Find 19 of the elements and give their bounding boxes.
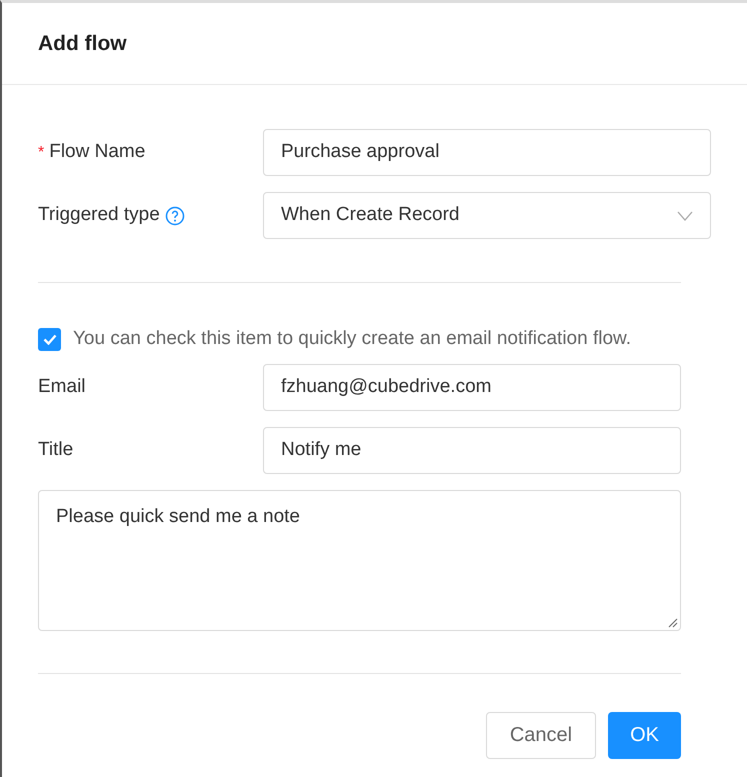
help-icon[interactable]	[164, 206, 185, 226]
dialog-title: Add flow	[38, 30, 127, 57]
checkbox-label: You can check this item to quickly create an email notification flow.	[73, 327, 631, 351]
input-field[interactable]: fzhuang@cubedrive.com	[263, 364, 681, 410]
cancel-button[interactable]: Cancel	[486, 712, 596, 758]
checkbox[interactable]	[38, 328, 61, 351]
field-label: Title	[38, 438, 74, 462]
chevron-down-icon	[677, 210, 693, 220]
checkmark-icon	[42, 334, 56, 345]
field-label: Triggered type	[38, 203, 160, 228]
resize-grip-icon[interactable]	[668, 618, 678, 628]
field-label: Email	[38, 374, 86, 399]
text-area-value: Please quick send me a note	[56, 506, 300, 526]
input-field[interactable]: Notify me	[263, 426, 681, 474]
select-field[interactable]: When Create Record	[263, 192, 711, 239]
field-label: Flow Name	[49, 140, 146, 164]
input-field[interactable]: Purchase approval	[263, 129, 711, 176]
text-area[interactable]: Please quick send me a note	[38, 490, 681, 630]
required-mark: *	[38, 142, 44, 162]
